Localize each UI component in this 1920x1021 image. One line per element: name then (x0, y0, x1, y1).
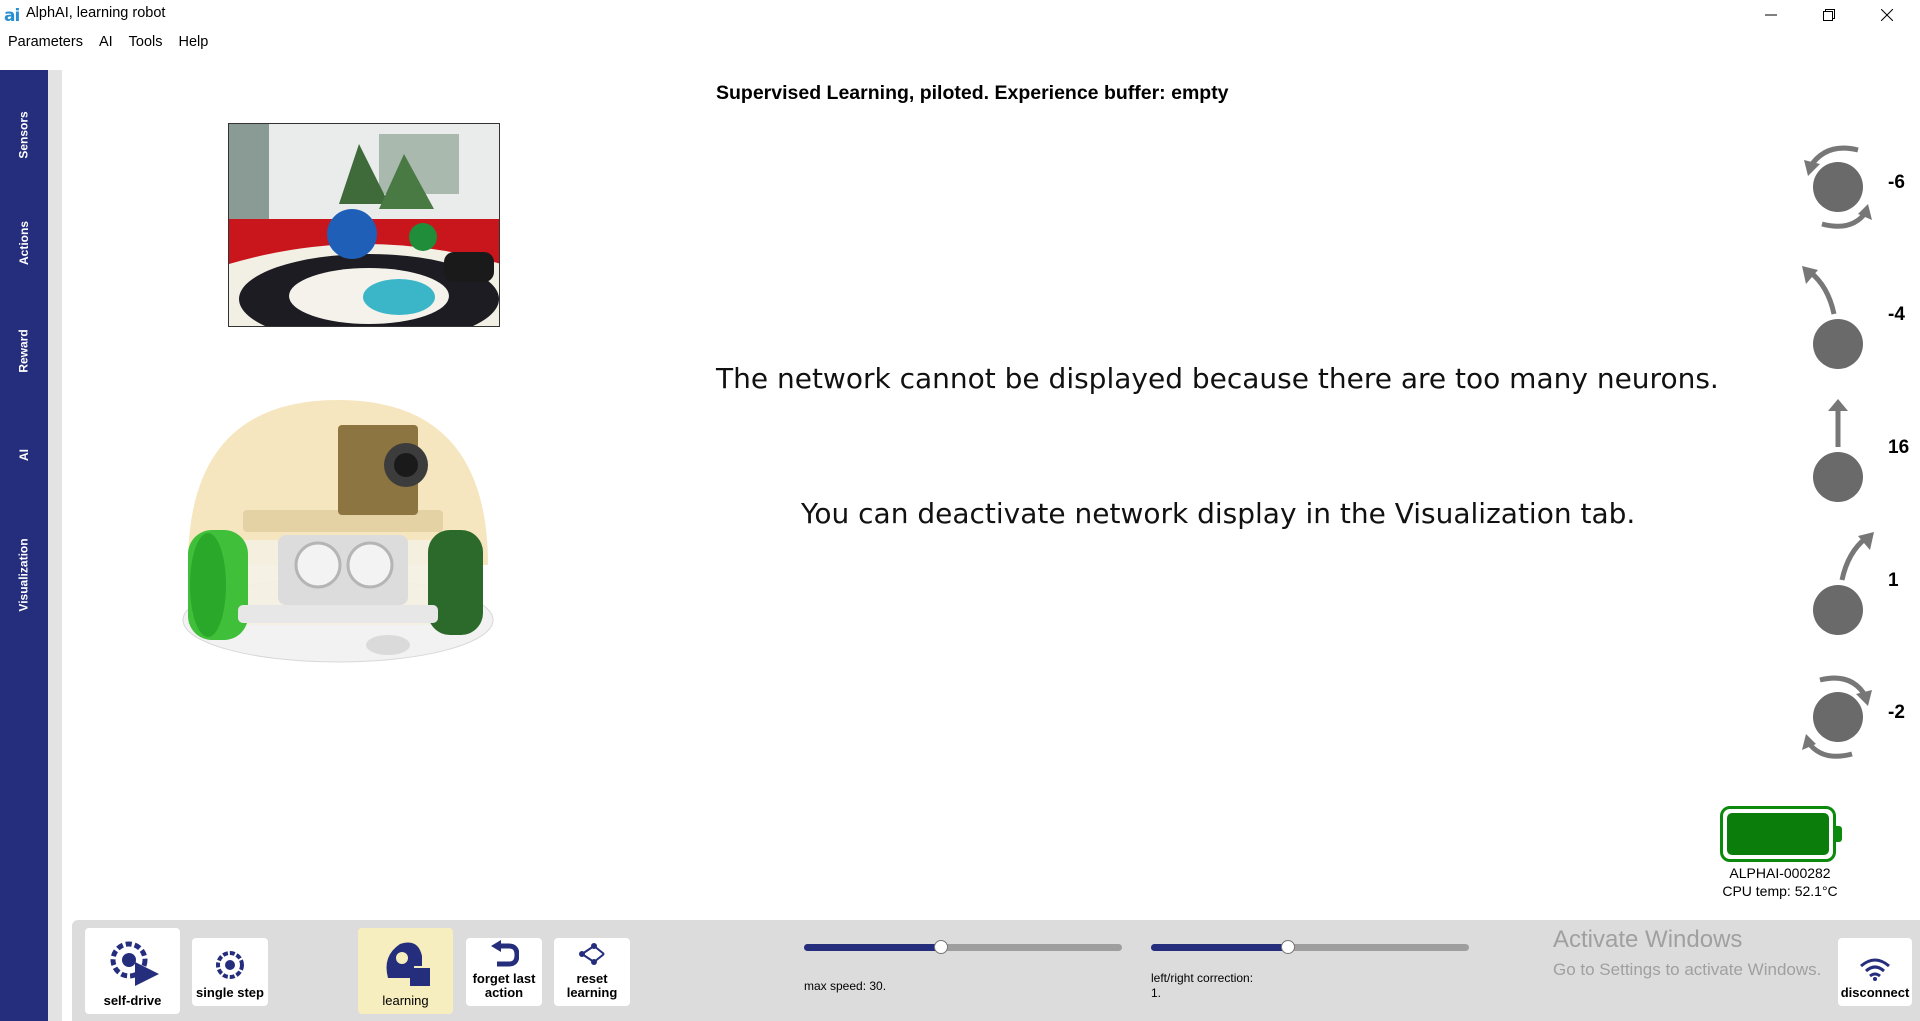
action-value: -6 (1888, 172, 1905, 193)
menu-tools[interactable]: Tools (129, 30, 163, 54)
sidebar-divider (48, 70, 62, 1021)
sidebar: Sensors Actions Reward AI Visualization (0, 70, 48, 1021)
battery-indicator (1720, 806, 1836, 862)
disconnect-button[interactable]: disconnect (1838, 938, 1912, 1006)
max-speed-slider[interactable] (804, 937, 1122, 957)
wifi-icon (1860, 958, 1890, 981)
button-label: disconnect (1840, 985, 1910, 1000)
brain-gears-icon (386, 942, 430, 986)
activation-watermark-title: Activate Windows (1553, 926, 1743, 953)
tab-sensors[interactable]: Sensors (0, 90, 48, 180)
action-item[interactable]: -2 (1786, 662, 1920, 772)
menu-help[interactable]: Help (179, 30, 209, 54)
button-label: single step (196, 985, 264, 1000)
action-value: 16 (1888, 437, 1910, 458)
tab-reward[interactable]: Reward (0, 306, 48, 396)
robot-image (182, 400, 494, 663)
single-step-button[interactable]: single step (192, 938, 268, 1006)
tab-label: Actions (16, 220, 31, 266)
robot-id: ALPHAI-000282 (1729, 865, 1831, 881)
cpu-temperature: CPU temp: 52.1°C (1722, 883, 1838, 899)
slider-fill (804, 944, 941, 951)
menu-parameters[interactable]: Parameters (8, 30, 83, 54)
close-icon (1881, 9, 1893, 21)
slider-fill (1151, 944, 1288, 951)
slider-thumb[interactable] (1280, 940, 1295, 954)
restore-icon (1823, 9, 1835, 21)
tab-label: Sensors (16, 111, 31, 159)
turn-left-arrow-icon (1802, 266, 1863, 369)
battery-tip (1836, 826, 1842, 842)
button-label: forget last action (472, 971, 536, 1000)
menu-bar: Parameters AI Tools Help (0, 30, 208, 54)
tab-label: Visualization (17, 538, 32, 612)
tab-label: AI (17, 449, 31, 461)
forward-arrow-icon (1813, 399, 1863, 502)
action-item[interactable]: 1 (1786, 530, 1920, 640)
forget-last-action-button[interactable]: forget last action (466, 938, 542, 1006)
tab-ai[interactable]: AI (0, 420, 48, 490)
button-label: self-drive (103, 993, 162, 1008)
reset-learning-button[interactable]: reset learning (554, 938, 630, 1006)
status-line: Supervised Learning, piloted. Experience… (716, 82, 1229, 104)
minimize-button[interactable] (1742, 0, 1800, 30)
close-button[interactable] (1858, 0, 1916, 30)
action-item[interactable]: -4 (1786, 264, 1920, 374)
camera-image (229, 124, 499, 326)
minimize-icon (1765, 14, 1777, 16)
max-speed-label: max speed: 30. (804, 979, 887, 993)
robot-illustration (178, 400, 498, 665)
correction-label: left/right correction: 1. (1151, 971, 1254, 1000)
tab-actions[interactable]: Actions (0, 198, 48, 288)
self-drive-button[interactable]: self-drive (85, 928, 180, 1014)
rotate-left-icon (1804, 145, 1872, 229)
title-bar: ai AlphAI, learning robot (0, 0, 1920, 30)
undo-icon (491, 940, 519, 967)
action-value: -2 (1888, 702, 1905, 723)
action-item[interactable]: 16 (1786, 397, 1920, 507)
slider-thumb[interactable] (933, 940, 948, 954)
learning-button[interactable]: learning (358, 928, 453, 1014)
menu-ai[interactable]: AI (99, 30, 113, 54)
network-reset-icon (579, 943, 605, 965)
tab-label: Reward (16, 329, 31, 373)
camera-view (228, 123, 500, 327)
action-value: 1 (1888, 570, 1899, 591)
tab-visualization[interactable]: Visualization (0, 510, 48, 640)
turn-right-arrow-icon (1813, 532, 1874, 635)
gear-play-icon (110, 941, 159, 986)
rotate-right-icon (1802, 675, 1872, 759)
correction-slider[interactable] (1151, 937, 1469, 957)
battery-fill (1727, 813, 1829, 855)
action-item[interactable]: -6 (1786, 132, 1920, 242)
window-title: AlphAI, learning robot (26, 5, 166, 21)
gear-step-icon (216, 951, 244, 979)
restore-button[interactable] (1800, 0, 1858, 30)
network-message: The network cannot be displayed because … (716, 362, 1719, 395)
button-label: reset learning (566, 971, 618, 1000)
button-label: learning (382, 993, 429, 1008)
action-value: -4 (1888, 304, 1905, 325)
activation-watermark-text: Go to Settings to activate Windows. (1553, 960, 1822, 979)
network-hint: You can deactivate network display in th… (801, 497, 1636, 530)
app-logo: ai (4, 6, 20, 26)
